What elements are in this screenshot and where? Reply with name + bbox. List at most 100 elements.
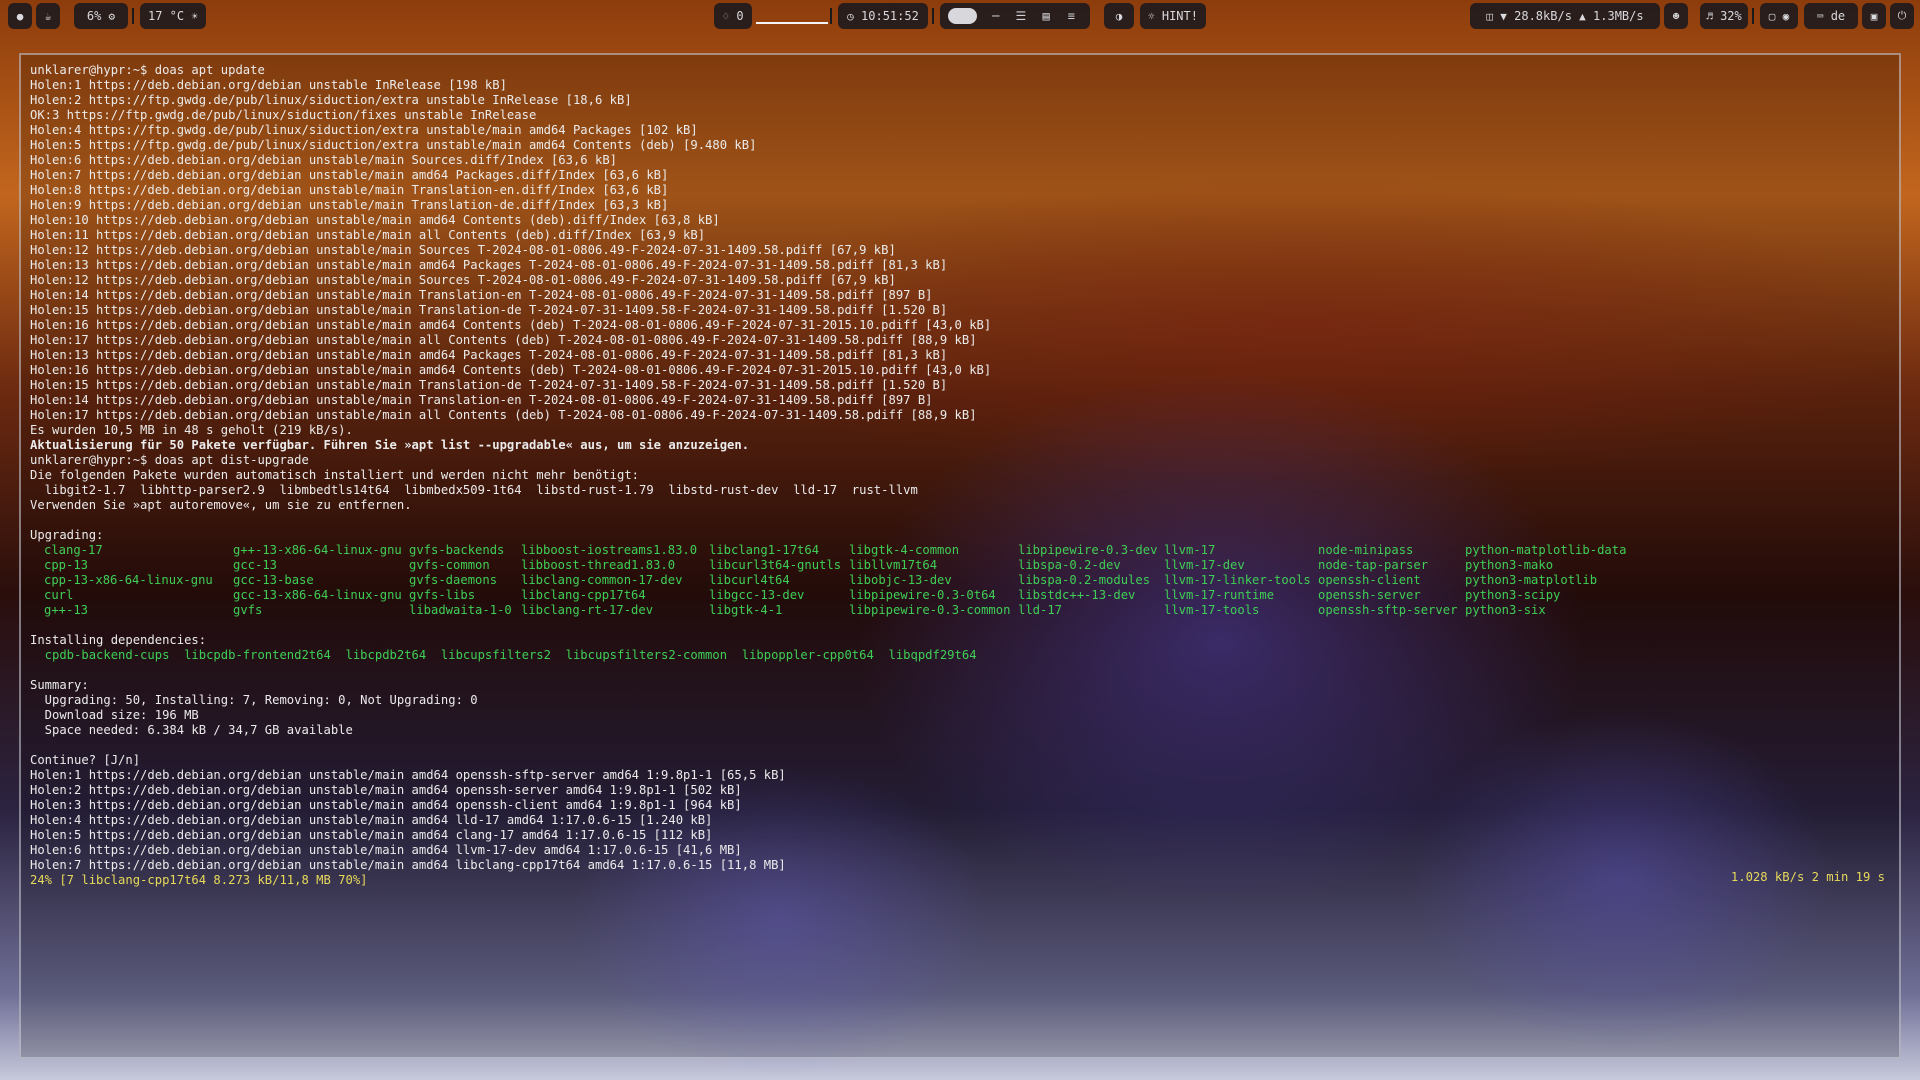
terminal-output: unklarer@hypr:~$ doas apt update Holen:1 … <box>30 63 1626 888</box>
separator <box>1752 8 1754 24</box>
terminal-line: Holen:6 https://deb.debian.org/debian un… <box>30 153 617 167</box>
toggle-icon: ◑ <box>1115 9 1123 23</box>
hint-label: HINT! <box>1161 9 1198 23</box>
terminal-line: 24% [7 libclang-cpp17t64 8.273 kB/11,8 M… <box>30 873 368 887</box>
package-name: libcurl3t64-gnutls <box>709 558 842 572</box>
terminal-line: Holen:2 https://deb.debian.org/debian un… <box>30 783 742 797</box>
terminal-output-top: unklarer@hypr:~$ doas apt update Holen:1 … <box>30 63 991 543</box>
package-name: gvfs <box>233 603 263 617</box>
terminal-line: Holen:10 https://deb.debian.org/debian u… <box>30 213 720 227</box>
lock-keys-widget[interactable]: ▢ ◉ <box>1760 3 1798 29</box>
capslock-icon: ▢ <box>1768 9 1776 23</box>
package-name: clang-17 <box>44 543 103 557</box>
workspace-3[interactable]: ☰ <box>1008 9 1033 23</box>
package-name: libstdc++-13-dev <box>1018 588 1136 602</box>
separator <box>932 8 934 24</box>
package-name: python-matplotlib-data <box>1465 543 1627 557</box>
workspace-2[interactable]: ─ <box>983 9 1008 23</box>
net-down-value: 28.8kB/s <box>1514 9 1572 23</box>
terminal-line: Holen:5 https://ftp.gwdg.de/pub/linux/si… <box>30 138 757 152</box>
terminal-line: Holen:4 https://ftp.gwdg.de/pub/linux/si… <box>30 123 698 137</box>
clock-time: 10:51:52 <box>861 9 919 23</box>
terminal-line: Holen:1 https://deb.debian.org/debian un… <box>30 78 507 92</box>
terminal-line: Download size: 196 MB <box>30 708 199 722</box>
clock-icon: ◷ <box>847 9 854 23</box>
keyboard-layout-value: de <box>1830 9 1846 23</box>
weather-widget[interactable]: 17 °C ☀ <box>140 3 206 29</box>
power-button[interactable]: ⏻ <box>1890 3 1914 29</box>
terminal-line: Verwenden Sie »apt autoremove«, um sie z… <box>30 498 412 512</box>
package-name: g++-13-x86-64-linux-gnu <box>233 543 402 557</box>
power-icon: ⏻ <box>1897 9 1907 22</box>
toggle-button[interactable]: ◑ <box>1104 3 1134 29</box>
terminal-line: Holen:14 https://deb.debian.org/debian u… <box>30 288 933 302</box>
package-name: lld-17 <box>1018 603 1063 617</box>
cpu-value: 6% <box>86 9 102 23</box>
package-name: curl <box>44 588 74 602</box>
user-button[interactable]: ☻ <box>1664 3 1688 29</box>
clock-widget[interactable]: ◷ 10:51:52 <box>838 3 928 29</box>
download-rate-status: 1.028 kB/s 2 min 19 s <box>1730 870 1885 884</box>
terminal-line: Holen:12 https://deb.debian.org/debian u… <box>30 243 896 257</box>
package-name: libpipewire-0.3-dev <box>1018 543 1158 557</box>
upgrading-package-grid: clang-17 g++-13-x86-64-linux-gnu gvfs-back… <box>30 543 1626 618</box>
package-row: cpp-13 gcc-13 gvfs-common libboost-thread1.… <box>30 558 1553 573</box>
package-name: gcc-13-base <box>233 573 314 587</box>
terminal-line: Installing dependencies: <box>30 633 207 647</box>
terminal-line: Summary: <box>30 678 89 692</box>
lightbulb-icon: ☼ <box>1148 9 1155 23</box>
package-name: openssh-server <box>1318 588 1421 602</box>
terminal-line: Holen:5 https://deb.debian.org/debian un… <box>30 828 713 842</box>
volume-widget[interactable]: ♬ 32% <box>1700 3 1748 29</box>
package-name: libgcc-13-dev <box>709 588 805 602</box>
hint-button[interactable]: ☼ HINT! <box>1140 3 1206 29</box>
workspace-active[interactable] <box>948 8 978 24</box>
terminal-line: Holen:7 https://deb.debian.org/debian un… <box>30 168 669 182</box>
workspace-5[interactable]: ≡ <box>1059 9 1084 23</box>
workspace-4[interactable]: ▤ <box>1034 9 1059 23</box>
terminal-line: unklarer@hypr:~$ doas apt update <box>30 63 265 77</box>
package-name: gvfs-common <box>409 558 490 572</box>
terminal-line: OK:3 https://ftp.gwdg.de/pub/linux/siduc… <box>30 108 537 122</box>
notifications-count: 0 <box>736 9 744 23</box>
net-up-value: 1.3MB/s <box>1593 9 1644 23</box>
terminal-line: Holen:16 https://deb.debian.org/debian u… <box>30 363 992 377</box>
terminal-line: Holen:15 https://deb.debian.org/debian u… <box>30 378 948 392</box>
bell-icon: ♢ <box>722 9 730 23</box>
package-name: libgtk-4-common <box>849 543 960 557</box>
lock-button[interactable]: ▣ <box>1862 3 1886 29</box>
package-name: g++-13 <box>44 603 89 617</box>
sun-icon: ☀ <box>191 9 198 23</box>
package-name: libobjc-13-dev <box>849 573 952 587</box>
package-name: libclang1-17t64 <box>709 543 820 557</box>
package-name: python3-scipy <box>1465 588 1561 602</box>
network-widget[interactable]: ◫ ▼ 28.8kB/s ▲ 1.3MB/s <box>1470 3 1660 29</box>
terminal-line: Holen:1 https://deb.debian.org/debian un… <box>30 768 786 782</box>
cpu-widget[interactable]: 6% ⚙ <box>74 3 128 29</box>
package-name: libadwaita-1-0 <box>409 603 512 617</box>
workspaces: ─ ☰ ▤ ≡ <box>940 3 1090 29</box>
terminal-line: Space needed: 6.384 kB / 34,7 GB availab… <box>30 723 353 737</box>
keyboard-layout-widget[interactable]: ⌨ de <box>1804 3 1858 29</box>
terminal-line: Upgrading: 50, Installing: 7, Removing: … <box>30 693 478 707</box>
terminal-line: Holen:11 https://deb.debian.org/debian u… <box>30 228 706 242</box>
package-name: node-minipass <box>1318 543 1414 557</box>
terminal-line: Holen:13 https://deb.debian.org/debian u… <box>30 348 948 362</box>
terminal-line: Holen:17 https://deb.debian.org/debian u… <box>30 333 977 347</box>
package-name: libspa-0.2-modules <box>1018 573 1151 587</box>
terminal-window[interactable]: unklarer@hypr:~$ doas apt update Holen:1 … <box>19 53 1901 1059</box>
notifications-button[interactable]: ♢ 0 <box>714 3 752 29</box>
network-icon: ◫ <box>1486 9 1494 23</box>
package-name: cpp-13-x86-64-linux-gnu <box>44 573 213 587</box>
package-name: gcc-13 <box>233 558 278 572</box>
terminal-line: Holen:15 https://deb.debian.org/debian u… <box>30 303 948 317</box>
terminal-line: Holen:7 https://deb.debian.org/debian un… <box>30 858 786 872</box>
package-name: node-tap-parser <box>1318 558 1429 572</box>
idle-inhibitor-button[interactable]: ☕ <box>36 3 60 29</box>
package-name: python3-mako <box>1465 558 1554 572</box>
terminal-line: unklarer@hypr:~$ doas apt dist-upgrade <box>30 453 309 467</box>
launcher-button[interactable]: ● <box>8 3 32 29</box>
